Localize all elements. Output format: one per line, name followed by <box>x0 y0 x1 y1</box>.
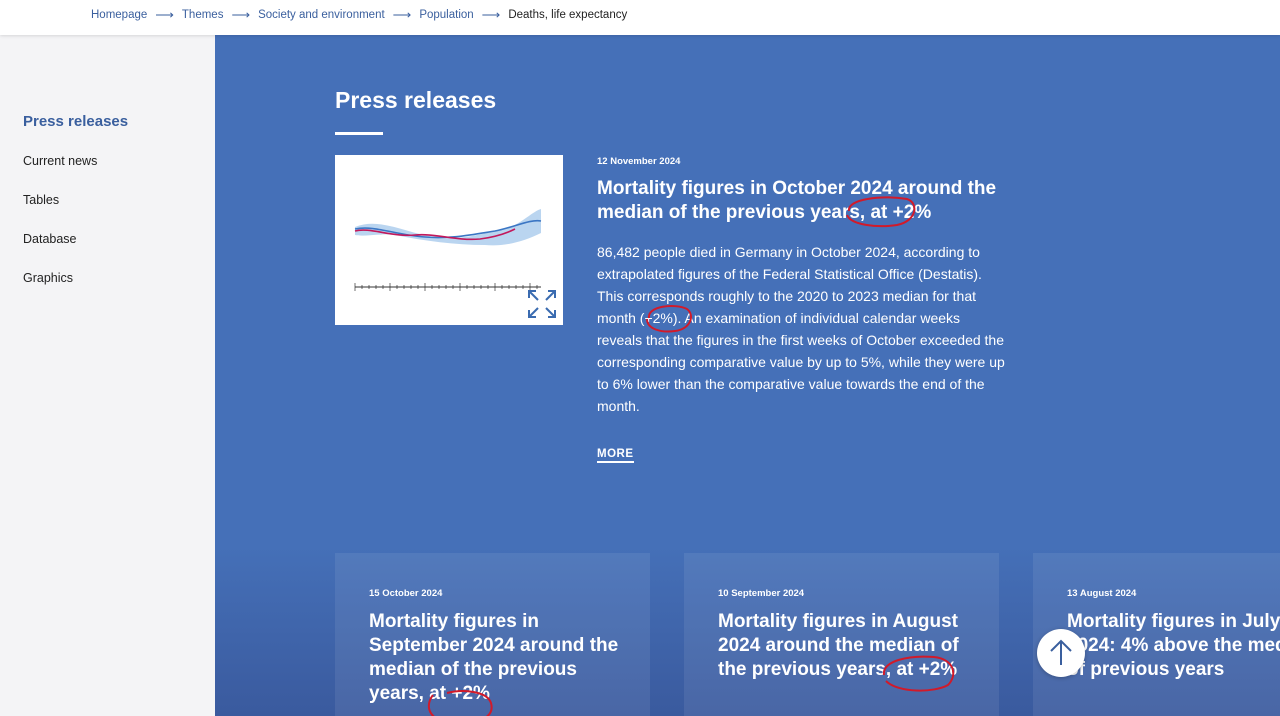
breadcrumb-homepage[interactable]: Homepage <box>91 9 147 21</box>
card-date: 13 August 2024 <box>1067 588 1137 599</box>
breadcrumb: Homepage ⟶ Themes ⟶ Society and environm… <box>91 7 627 23</box>
card-date: 15 October 2024 <box>369 588 443 599</box>
card-title[interactable]: Mortality figures in July 2024: 4% above… <box>1067 610 1280 682</box>
arrow-right-icon: ⟶ <box>481 7 501 22</box>
sidebar-item-database[interactable]: Database <box>23 232 77 246</box>
breadcrumb-society-environment[interactable]: Society and environment <box>258 9 385 21</box>
arrow-right-icon: ⟶ <box>155 7 174 22</box>
title-underline <box>335 132 383 135</box>
sidebar-item-graphics[interactable]: Graphics <box>23 271 73 285</box>
breadcrumb-population[interactable]: Population <box>419 9 473 21</box>
main-panel: Press releases 12 November 2024 Mortalit… <box>215 35 1280 716</box>
more-link[interactable]: MORE <box>597 448 634 463</box>
sidebar-item-current-news[interactable]: Current news <box>23 154 97 168</box>
expand-icon[interactable] <box>526 288 558 320</box>
featured-thumbnail[interactable] <box>335 155 563 325</box>
featured-date: 12 November 2024 <box>597 156 681 167</box>
card-title[interactable]: Mortality figures in September 2024 arou… <box>369 610 631 706</box>
featured-body: 86,482 people died in Germany in October… <box>597 244 1005 414</box>
featured-title[interactable]: Mortality figures in October 2024 around… <box>597 177 1007 225</box>
breadcrumb-current: Deaths, life expectancy <box>508 9 628 21</box>
sidebar-title[interactable]: Press releases <box>23 113 128 130</box>
arrow-right-icon: ⟶ <box>392 7 412 22</box>
card-date: 10 September 2024 <box>718 588 805 599</box>
sidebar: Press releases Current news Tables Datab… <box>0 35 215 716</box>
press-release-card[interactable]: 10 September 2024 Mortality figures in A… <box>684 553 999 716</box>
arrow-up-icon <box>1050 639 1072 665</box>
arrow-right-icon: ⟶ <box>231 7 251 22</box>
breadcrumb-themes[interactable]: Themes <box>182 9 224 21</box>
top-bar: Homepage ⟶ Themes ⟶ Society and environm… <box>0 0 1280 35</box>
card-title[interactable]: Mortality figures in August 2024 around … <box>718 610 980 682</box>
scroll-to-top-button[interactable] <box>1037 629 1085 677</box>
press-release-card[interactable]: 15 October 2024 Mortality figures in Sep… <box>335 553 650 716</box>
section-title: Press releases <box>335 87 497 113</box>
sidebar-item-tables[interactable]: Tables <box>23 193 59 207</box>
